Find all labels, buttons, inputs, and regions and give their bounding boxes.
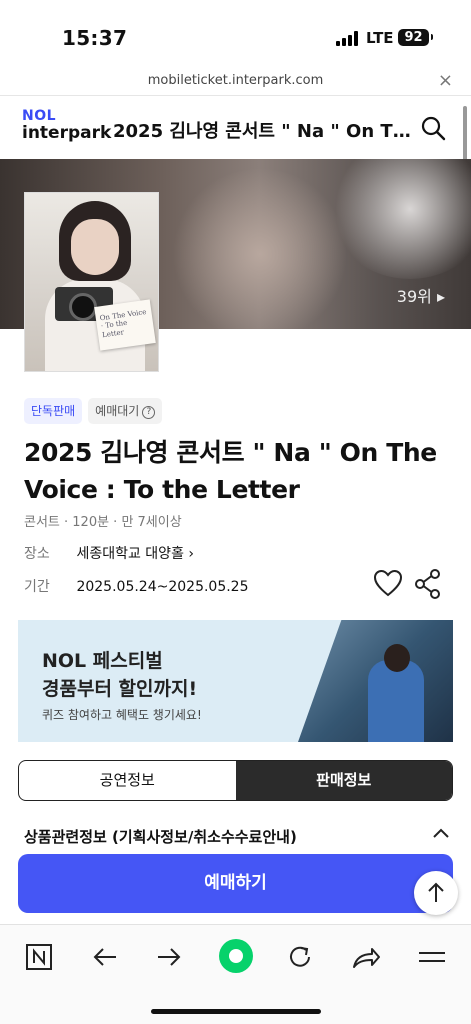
waiting-label: 예매대기 xyxy=(95,404,140,418)
section-title[interactable]: 상품관련정보 (기획사정보/취소수수료안내) xyxy=(24,826,424,847)
refresh-icon[interactable] xyxy=(282,939,318,975)
exclusive-badge: 단독판매 xyxy=(24,398,83,424)
badges: 단독판매 예매대기? xyxy=(24,398,168,424)
network-type: LTE xyxy=(366,29,394,47)
waiting-badge[interactable]: 예매대기? xyxy=(88,398,163,424)
search-icon[interactable] xyxy=(420,115,446,141)
forward-icon[interactable] xyxy=(151,939,187,975)
tab-sales-info[interactable]: 판매정보 xyxy=(235,761,452,800)
logo-interpark: interpark xyxy=(22,123,112,143)
scroll-to-top-icon[interactable] xyxy=(414,871,458,915)
close-icon[interactable]: × xyxy=(438,70,453,91)
info-tabs: 공연정보 판매정보 xyxy=(18,760,453,801)
interpark-logo[interactable]: NOL interpark xyxy=(22,109,111,142)
banner-line2: 경품부터 할인까지! xyxy=(42,678,198,700)
share-icon[interactable] xyxy=(414,569,442,599)
clock: 15:37 xyxy=(62,26,128,50)
home-indicator[interactable] xyxy=(151,1009,321,1014)
period-row: 기간 2025.05.24~2025.05.25 xyxy=(24,576,249,596)
heart-icon[interactable] xyxy=(373,569,403,597)
period-value: 2025.05.24~2025.05.25 xyxy=(76,579,249,595)
chevron-up-icon[interactable] xyxy=(432,826,450,840)
back-icon[interactable] xyxy=(87,939,123,975)
book-button[interactable]: 예매하기 xyxy=(18,854,453,913)
concert-poster[interactable]: On The Voice · To the Letter xyxy=(24,192,159,372)
logo-nol: NOL xyxy=(22,108,57,124)
menu-icon[interactable] xyxy=(414,939,450,975)
venue-link[interactable]: 세종대학교 대양홀 › xyxy=(76,546,194,562)
help-icon[interactable]: ? xyxy=(142,406,156,419)
browser-url-bar[interactable]: mobileticket.interpark.com × xyxy=(0,66,471,96)
app-header: NOL interpark 2025 김나영 콘서트 " Na " On Th.… xyxy=(0,97,471,159)
battery-icon: 92 xyxy=(398,29,433,46)
naver-home-icon[interactable] xyxy=(21,939,57,975)
status-bar: 15:37 LTE 92 xyxy=(0,0,471,66)
banner-line1: NOL 페스티벌 xyxy=(42,650,163,672)
venue-label: 장소 xyxy=(24,546,50,562)
page-title: 2025 김나영 콘서트 " Na " On Th... xyxy=(113,121,411,142)
banner-line3: 퀴즈 참여하고 혜택도 챙기세요! xyxy=(42,708,202,722)
share-arrow-icon[interactable] xyxy=(348,939,384,975)
product-title: 2025 김나영 콘서트 " Na " On The Voice : To th… xyxy=(24,438,437,504)
product-meta: 콘서트 · 120분 · 만 7세이상 xyxy=(24,515,182,530)
promo-banner[interactable]: NOL 페스티벌 경품부터 할인까지! 퀴즈 참여하고 혜택도 챙기세요! xyxy=(18,620,453,742)
green-dot-icon[interactable] xyxy=(216,936,256,976)
period-label: 기간 xyxy=(24,579,50,595)
poster-card-text: On The Voice · To the Letter xyxy=(94,299,156,351)
venue-row: 장소 세종대학교 대양홀 › xyxy=(24,543,194,563)
ranking-link[interactable]: 39위 ▸ xyxy=(397,283,445,307)
url-text[interactable]: mobileticket.interpark.com xyxy=(0,73,471,88)
tab-performance-info[interactable]: 공연정보 xyxy=(19,761,236,800)
signal-icon xyxy=(336,31,358,46)
